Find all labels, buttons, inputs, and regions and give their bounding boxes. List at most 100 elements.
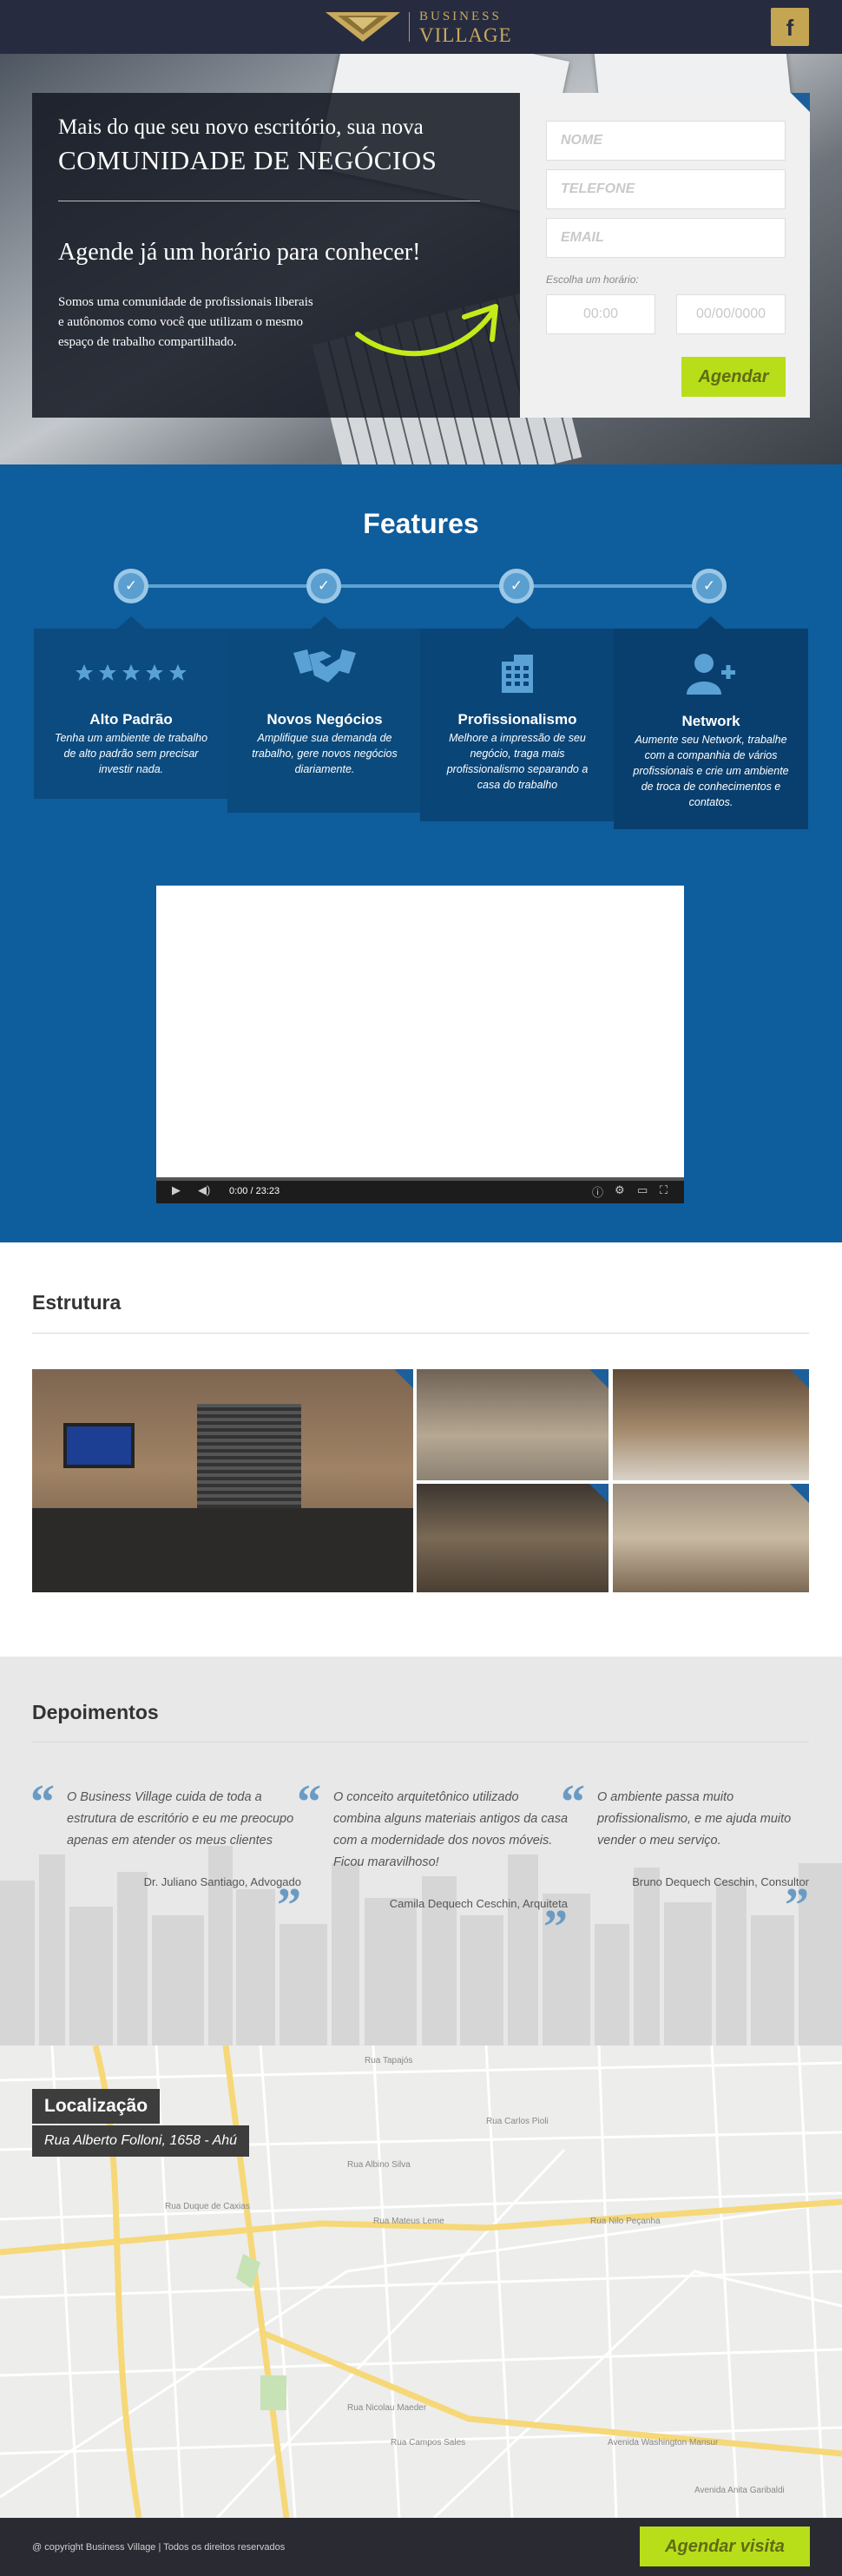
feature-title: Profissionalismo: [457, 711, 577, 728]
time-input[interactable]: 00:00: [546, 294, 655, 334]
testimonial-author: Camila Dequech Ceschin, Arquiteta: [389, 1897, 568, 1910]
logo-separator: [409, 12, 410, 42]
stars-icon: [34, 663, 228, 687]
video-controls: ▶ ◀) 0:00 / 23:23 ⓘ ⚙ ▭ ⛶: [156, 1177, 684, 1203]
photo-office-2[interactable]: [613, 1369, 809, 1480]
hero-text-panel: Mais do que seu novo escritório, sua nov…: [32, 93, 520, 418]
card-pointer: [311, 616, 339, 629]
info-icon[interactable]: ⓘ: [592, 1183, 603, 1200]
contact-form: NOME TELEFONE EMAIL Escolha um horário: …: [520, 93, 810, 418]
testimonial-author: Dr. Juliano Santiago, Advogado: [143, 1875, 301, 1888]
theater-icon[interactable]: ▭: [637, 1183, 648, 1197]
room-tv: [63, 1423, 135, 1468]
hero-description: Somos uma comunidade de profissionais li…: [58, 295, 313, 349]
phone-input[interactable]: TELEFONE: [546, 169, 786, 209]
location-address: Rua Alberto Folloni, 1658 - Ahú: [32, 2125, 250, 2157]
copyright-text: @ copyright Business Village | Todos os …: [32, 2542, 286, 2553]
check-icon: ✓: [499, 569, 534, 603]
hero-section: Mais do que seu novo escritório, sua nov…: [0, 54, 842, 464]
features-section: Features ✓ ✓ ✓ ✓ Alto Padrão Tenha um am…: [0, 464, 842, 1242]
arrow-icon: [355, 304, 498, 357]
feature-text: Aumente seu Network, trabalhe com a comp…: [633, 734, 789, 808]
date-input[interactable]: 00/00/0000: [676, 294, 786, 334]
facebook-icon[interactable]: f: [771, 8, 809, 46]
feature-title: Novos Negócios: [266, 711, 383, 728]
estrutura-divider: [32, 1333, 809, 1334]
feature-title: Network: [681, 713, 740, 729]
map-street-label: Rua Nilo Peçanha: [590, 2217, 661, 2226]
location-box: Localização Rua Alberto Folloni, 1658 - …: [32, 2089, 250, 2157]
map-street-label: Rua Tapajós: [365, 2056, 412, 2065]
video-progress-bar[interactable]: [156, 1177, 684, 1181]
feature-text: Melhore a impressão de seu negócio, trag…: [446, 732, 589, 791]
check-icon: ✓: [306, 569, 341, 603]
feature-card-profissionalismo: Profissionalismo Melhore a impressão de …: [420, 616, 615, 821]
features-timeline: [130, 584, 712, 588]
quote-close-icon: ”: [277, 1879, 301, 1933]
card-pointer: [117, 616, 145, 629]
settings-icon[interactable]: ⚙: [615, 1183, 625, 1197]
photo-lounge[interactable]: [417, 1484, 608, 1592]
photo-workroom[interactable]: [613, 1484, 809, 1592]
quote-close-icon: ”: [785, 1879, 809, 1933]
photo-office-1[interactable]: [417, 1369, 608, 1480]
fullscreen-icon[interactable]: ⛶: [660, 1183, 668, 1197]
add-user-icon: [614, 651, 808, 701]
estrutura-title: Estrutura: [32, 1291, 122, 1314]
map-section[interactable]: Rua Nilo Peçanha Rua Mateus Leme Rua Alb…: [0, 2046, 842, 2518]
name-input[interactable]: NOME: [546, 121, 786, 161]
logo-line2: VILLAGE: [419, 24, 512, 46]
schedule-label: Escolha um horário:: [546, 273, 639, 286]
quote-open-icon: “: [561, 1776, 585, 1829]
video-player[interactable]: ▶ ◀) 0:00 / 23:23 ⓘ ⚙ ▭ ⛶: [156, 886, 684, 1203]
feature-text: Tenha um ambiente de trabalho de alto pa…: [54, 732, 208, 775]
feature-card-network: Network Aumente seu Network, trabalhe co…: [614, 616, 808, 829]
photo-corner-accent: [790, 1484, 809, 1503]
location-title: Localização: [32, 2089, 161, 2124]
features-title: Features: [363, 508, 479, 539]
card-pointer: [503, 616, 531, 629]
feature-text: Amplifique sua demanda de trabalho, gere…: [252, 732, 398, 775]
logo[interactable]: BUSINESS VILLAGE: [326, 7, 516, 47]
card-pointer: [697, 616, 725, 629]
testimonial-text: O Business Village cuida de toda a estru…: [67, 1790, 294, 1848]
feature-card-alto-padrao: Alto Padrão Tenha um ambiente de trabalh…: [34, 616, 228, 799]
logo-v-icon: [326, 12, 400, 42]
footer: @ copyright Business Village | Todos os …: [0, 2518, 842, 2576]
hero-line3: Agende já um horário para conhecer!: [58, 239, 421, 266]
logo-line1: BUSINESS: [419, 10, 502, 23]
photo-corner-accent: [589, 1484, 608, 1503]
photo-corner-accent: [790, 1369, 809, 1388]
check-icon: ✓: [114, 569, 148, 603]
video-time: 0:00 / 23:23: [229, 1186, 280, 1196]
map-street-label: Avenida Washington Mansur: [608, 2438, 719, 2448]
testimonial-card: “ O ambiente passa muito profissionalism…: [561, 1778, 809, 1933]
schedule-button[interactable]: Agendar: [681, 357, 786, 397]
map-street-label: Rua Albino Silva: [347, 2160, 411, 2170]
map-street-label: Rua Carlos Pioli: [486, 2117, 549, 2126]
photo-meeting-room[interactable]: [32, 1369, 413, 1592]
map-street-label: Rua Nicolau Maeder: [347, 2403, 427, 2413]
building-icon: [420, 655, 615, 697]
map-street-label: Rua Duque de Caxias: [165, 2202, 250, 2211]
feature-card-novos-negocios: Novos Negócios Amplifique sua demanda de…: [227, 616, 422, 813]
photo-corner-accent: [589, 1369, 608, 1388]
map-street-label: Avenida Anita Garibaldi: [694, 2486, 785, 2495]
hero-line2: COMUNIDADE DE NEGÓCIOS: [58, 145, 437, 175]
volume-icon[interactable]: ◀): [198, 1183, 210, 1197]
testimonials-section: Depoimentos “ O Business Village cuida d…: [0, 1657, 842, 2046]
quote-open-icon: “: [297, 1776, 321, 1829]
email-input[interactable]: EMAIL: [546, 218, 786, 258]
play-icon[interactable]: ▶: [172, 1183, 181, 1197]
map-street-label: Rua Mateus Leme: [373, 2217, 444, 2226]
quote-close-icon: ”: [543, 1901, 568, 1954]
testimonial-text: O conceito arquitetônico utilizado combi…: [333, 1790, 569, 1869]
testimonial-card: “ O Business Village cuida de toda a est…: [30, 1778, 301, 1933]
form-corner-accent: [791, 93, 810, 112]
schedule-visit-button[interactable]: Agendar visita: [640, 2527, 810, 2566]
photo-corner-accent: [394, 1369, 413, 1388]
hero-line1: Mais do que seu novo escritório, sua nov…: [58, 115, 424, 139]
testimonial-text: O ambiente passa muito profissionalismo,…: [597, 1790, 792, 1848]
testimonial-card: “ O conceito arquitetônico utilizado com…: [297, 1778, 569, 1954]
quote-open-icon: “: [30, 1776, 55, 1829]
